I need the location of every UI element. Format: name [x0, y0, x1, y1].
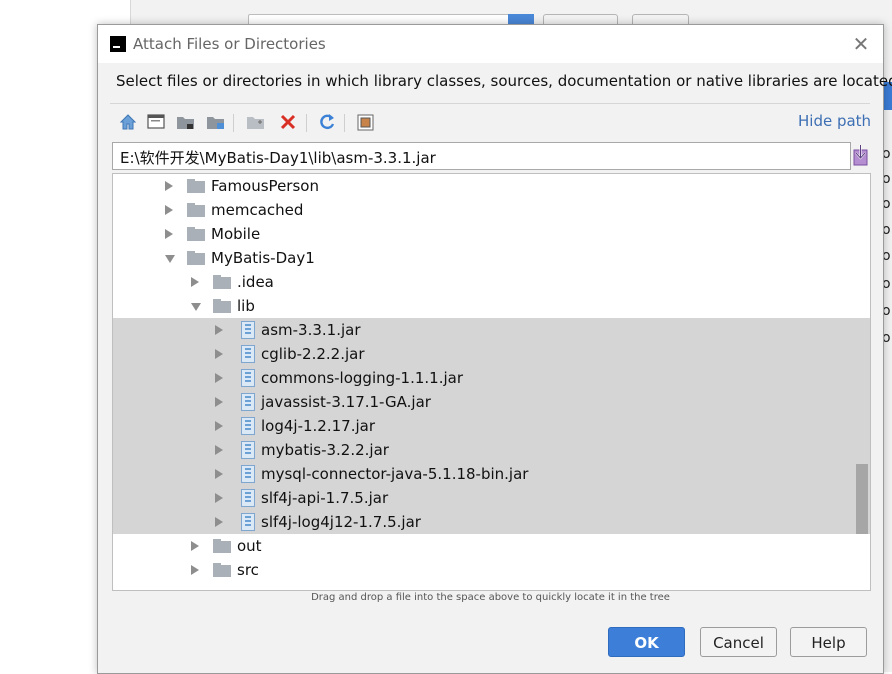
tree-item-jar[interactable]: mysql-connector-java-5.1.18-bin.jar	[113, 462, 870, 486]
file-tree[interactable]: FamousPerson memcached Mobile MyBatis-Day1.…	[112, 173, 871, 591]
home-icon[interactable]	[118, 112, 138, 132]
tree-item-folder[interactable]: FamousPerson	[113, 174, 870, 198]
expand-down-icon[interactable]	[165, 255, 175, 263]
expand-right-icon[interactable]	[215, 421, 223, 431]
tree-item-label: lib	[237, 297, 255, 315]
expand-right-icon[interactable]	[191, 541, 199, 551]
project-folder-icon[interactable]	[176, 112, 196, 132]
tree-item-jar[interactable]: asm-3.3.1.jar	[113, 318, 870, 342]
tree-item-folder[interactable]: Mobile	[113, 222, 870, 246]
tree-item-label: log4j-1.2.17.jar	[261, 417, 375, 435]
tree-item-label: slf4j-api-1.7.5.jar	[261, 489, 389, 507]
tree-item-label: Mobile	[211, 225, 261, 243]
folder-icon	[187, 179, 205, 193]
history-dropdown-icon[interactable]	[850, 143, 872, 167]
dialog-titlebar: Attach Files or Directories ✕	[98, 25, 883, 63]
refresh-icon[interactable]	[317, 112, 337, 132]
tree-item-label: mybatis-3.2.2.jar	[261, 441, 389, 459]
desktop-icon[interactable]	[146, 112, 166, 132]
jar-file-icon	[241, 465, 255, 483]
tree-item-jar[interactable]: slf4j-log4j12-1.7.5.jar	[113, 510, 870, 534]
path-input[interactable]: E:\软件开发\MyBatis-Day1\lib\asm-3.3.1.jar	[112, 142, 851, 170]
tree-item-label: out	[237, 537, 262, 555]
tree-item-jar[interactable]: cglib-2.2.2.jar	[113, 342, 870, 366]
delete-icon[interactable]	[278, 112, 298, 132]
expand-right-icon[interactable]	[215, 373, 223, 383]
tree-item-label: .idea	[237, 273, 274, 291]
folder-icon	[187, 251, 205, 265]
tree-item-folder[interactable]: lib	[113, 294, 870, 318]
expand-right-icon[interactable]	[215, 349, 223, 359]
tree-item-folder[interactable]: memcached	[113, 198, 870, 222]
jar-file-icon	[241, 321, 255, 339]
folder-icon	[213, 563, 231, 577]
tree-item-jar[interactable]: slf4j-api-1.7.5.jar	[113, 486, 870, 510]
folder-icon	[187, 203, 205, 217]
expand-right-icon[interactable]	[215, 493, 223, 503]
jar-file-icon	[241, 369, 255, 387]
tree-scrollbar[interactable]	[856, 464, 868, 534]
expand-right-icon[interactable]	[165, 181, 173, 191]
tree-item-label: commons-logging-1.1.1.jar	[261, 369, 464, 387]
jar-file-icon	[241, 441, 255, 459]
tree-item-jar[interactable]: log4j-1.2.17.jar	[113, 414, 870, 438]
show-hidden-icon[interactable]	[356, 112, 376, 132]
expand-right-icon[interactable]	[215, 469, 223, 479]
tree-item-label: cglib-2.2.2.jar	[261, 345, 365, 363]
toolbar-separator	[306, 114, 307, 132]
expand-right-icon[interactable]	[165, 229, 173, 239]
tree-item-label: asm-3.3.1.jar	[261, 321, 361, 339]
expand-right-icon[interactable]	[215, 397, 223, 407]
ok-button[interactable]: OK	[608, 627, 685, 657]
expand-right-icon[interactable]	[215, 445, 223, 455]
close-icon[interactable]: ✕	[850, 33, 872, 55]
cancel-button[interactable]: Cancel	[700, 627, 777, 657]
tree-item-label: mysql-connector-java-5.1.18-bin.jar	[261, 465, 529, 483]
folder-icon	[187, 227, 205, 241]
expand-right-icon[interactable]	[191, 565, 199, 575]
tree-item-label: javassist-3.17.1-GA.jar	[261, 393, 431, 411]
dialog-title: Attach Files or Directories	[133, 35, 326, 53]
tree-item-label: src	[237, 561, 259, 579]
tree-item-label: memcached	[211, 201, 304, 219]
tree-item-label: MyBatis-Day1	[211, 249, 315, 267]
path-input-value: E:\软件开发\MyBatis-Day1\lib\asm-3.3.1.jar	[120, 149, 436, 167]
expand-right-icon[interactable]	[215, 517, 223, 527]
tree-item-label: FamousPerson	[211, 177, 319, 195]
module-folder-icon[interactable]	[206, 112, 226, 132]
expand-right-icon[interactable]	[165, 205, 173, 215]
folder-icon	[213, 275, 231, 289]
jar-file-icon	[241, 345, 255, 363]
tree-item-label: slf4j-log4j12-1.7.5.jar	[261, 513, 421, 531]
drag-drop-hint: Drag and drop a file into the space abov…	[311, 592, 670, 603]
toolbar-separator	[344, 114, 345, 132]
folder-icon	[213, 299, 231, 313]
tree-item-folder[interactable]: out	[113, 534, 870, 558]
tree-item-jar[interactable]: mybatis-3.2.2.jar	[113, 438, 870, 462]
tree-item-folder[interactable]: .idea	[113, 270, 870, 294]
jar-file-icon	[241, 417, 255, 435]
hide-path-link[interactable]: Hide path	[798, 112, 871, 130]
help-button[interactable]: Help	[790, 627, 867, 657]
folder-icon	[213, 539, 231, 553]
jar-file-icon	[241, 393, 255, 411]
new-folder-icon[interactable]	[246, 112, 266, 132]
expand-right-icon[interactable]	[191, 277, 199, 287]
jar-file-icon	[241, 489, 255, 507]
separator	[110, 103, 870, 104]
expand-right-icon[interactable]	[215, 325, 223, 335]
tree-item-folder[interactable]: MyBatis-Day1	[113, 246, 870, 270]
intellij-app-icon	[110, 36, 126, 52]
tree-item-folder[interactable]: src	[113, 558, 870, 582]
attach-files-dialog: Attach Files or Directories ✕ Select fil…	[97, 24, 892, 674]
toolbar-separator	[233, 114, 234, 132]
tree-item-jar[interactable]: javassist-3.17.1-GA.jar	[113, 390, 870, 414]
jar-file-icon	[241, 513, 255, 531]
dialog-description: Select files or directories in which lib…	[116, 72, 892, 90]
tree-item-jar[interactable]: commons-logging-1.1.1.jar	[113, 366, 870, 390]
expand-down-icon[interactable]	[191, 303, 201, 311]
